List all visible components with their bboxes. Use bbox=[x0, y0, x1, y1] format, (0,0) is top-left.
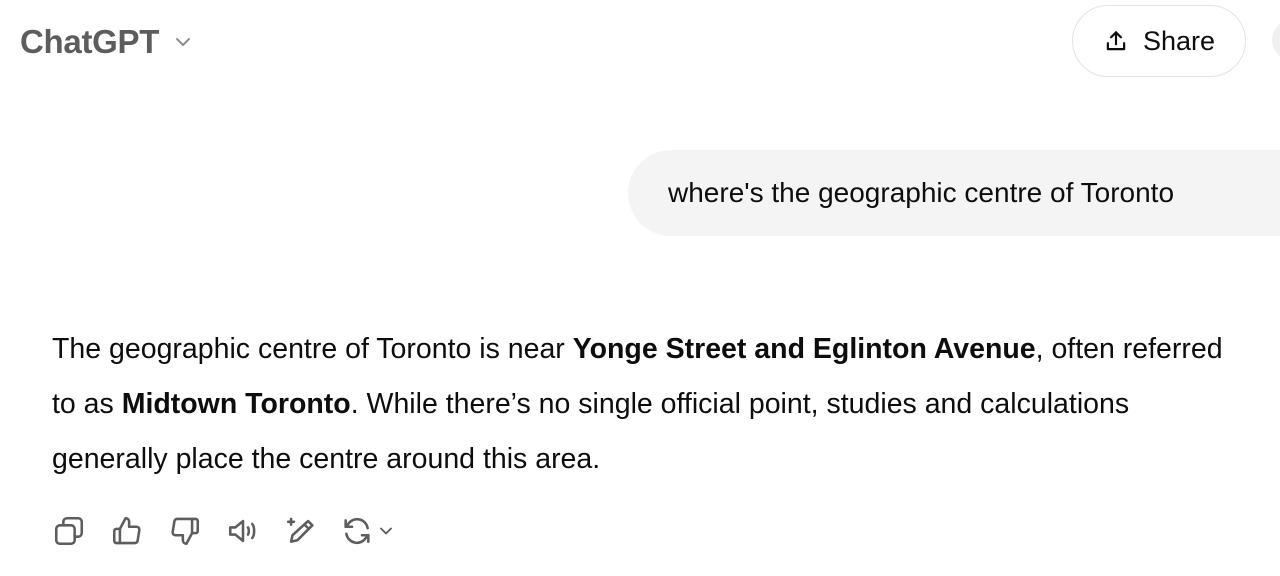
read-aloud-icon bbox=[226, 514, 260, 548]
share-label: Share bbox=[1142, 25, 1216, 56]
share-upload-icon bbox=[1103, 28, 1129, 54]
regenerate-icon bbox=[340, 514, 374, 548]
chat-page: ChatGPT Share where's the geographic cen… bbox=[0, 0, 1280, 576]
assistant-text-part: The geographic centre of Toronto is near bbox=[52, 333, 573, 365]
user-message-text: where's the geographic centre of Toronto bbox=[668, 177, 1175, 208]
edit-sparkle-icon bbox=[284, 514, 318, 548]
edit-in-canvas-button[interactable] bbox=[282, 512, 320, 550]
assistant-bold-location: Yonge Street and Eglinton Avenue bbox=[572, 333, 1036, 365]
thumbs-up-icon bbox=[110, 514, 144, 548]
model-name: ChatGPT bbox=[20, 23, 160, 60]
profile-avatar[interactable] bbox=[1272, 20, 1280, 60]
regenerate-button[interactable] bbox=[340, 514, 396, 548]
model-selector[interactable]: ChatGPT bbox=[20, 20, 195, 64]
share-button[interactable]: Share bbox=[1072, 5, 1246, 77]
thumbs-down-icon bbox=[168, 514, 202, 548]
assistant-bold-area: Midtown Toronto bbox=[121, 388, 351, 420]
chevron-down-icon bbox=[171, 30, 195, 54]
good-response-button[interactable] bbox=[108, 512, 146, 550]
bad-response-button[interactable] bbox=[166, 512, 204, 550]
copy-icon bbox=[52, 514, 86, 548]
read-aloud-button[interactable] bbox=[224, 512, 262, 550]
chevron-down-icon bbox=[376, 521, 396, 541]
assistant-message: The geographic centre of Toronto is near… bbox=[52, 322, 1252, 487]
user-message-bubble: where's the geographic centre of Toronto bbox=[628, 150, 1280, 236]
message-action-bar bbox=[50, 512, 396, 550]
copy-button[interactable] bbox=[50, 512, 88, 550]
